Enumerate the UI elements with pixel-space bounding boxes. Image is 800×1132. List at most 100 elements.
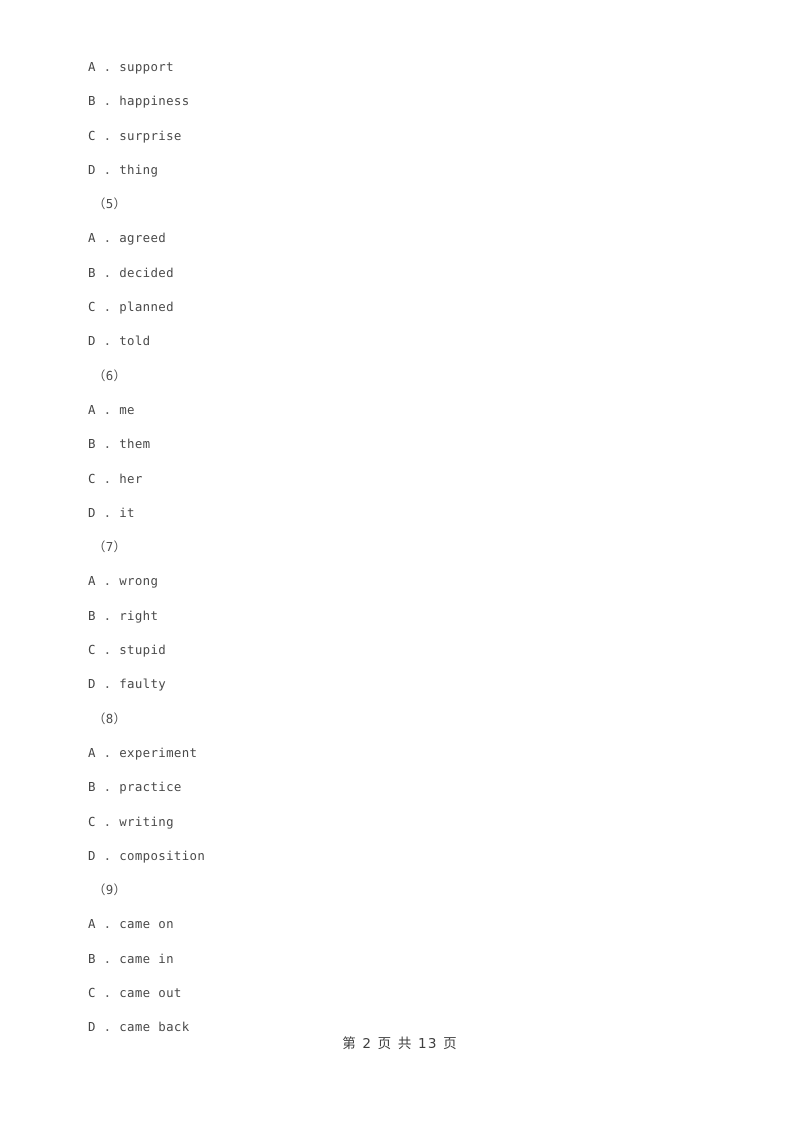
option-letter: B [88,607,96,623]
option-text: surprise [119,127,182,143]
option-text: agreed [119,230,167,246]
question-number: （8） [93,710,127,726]
option-separator: . [95,93,120,109]
option-row[interactable]: B . came in [88,942,748,976]
option-text: planned [119,299,174,315]
option-row[interactable]: B . decided [88,256,748,290]
option-text: faulty [119,676,167,692]
option-separator: . [95,401,120,417]
question-block: （6） A . me B . them C . her D . it [88,359,748,530]
option-row[interactable]: B . right [88,599,748,633]
option-text: decided [119,264,174,280]
option-text: came on [119,916,174,932]
question-block: （7） A . wrong B . right C . stupid D . f… [88,530,748,701]
option-text: thing [119,161,159,177]
option-row[interactable]: C . writing [88,805,748,839]
option-row[interactable]: B . them [88,427,748,461]
option-separator: . [95,127,120,143]
option-text: came in [119,950,174,966]
option-row[interactable]: A . me [88,393,748,427]
option-letter: C [88,813,96,829]
option-separator: . [95,59,120,74]
option-letter: C [88,299,96,315]
option-text: writing [119,813,174,829]
option-row[interactable]: B . happiness [88,84,748,118]
option-row[interactable]: B . practice [88,770,748,804]
option-text: told [119,333,151,349]
option-text: happiness [119,93,190,109]
option-text: support [119,59,174,74]
option-separator: . [95,847,120,863]
option-letter: C [88,642,96,658]
option-separator: . [95,470,120,486]
option-row[interactable]: D . faulty [88,667,748,701]
question-number: （9） [93,882,127,898]
option-separator: . [95,744,120,760]
option-separator: . [95,230,120,246]
option-letter: A [88,59,96,74]
option-row[interactable]: D . told [88,324,748,358]
option-text: experiment [119,744,198,760]
option-separator: . [95,642,120,658]
option-letter: D [88,161,96,177]
option-row[interactable]: C . her [88,462,748,496]
option-separator: . [95,813,120,829]
option-separator: . [95,676,120,692]
option-text: it [119,504,135,520]
question-block: （5） A . agreed B . decided C . planned D… [88,187,748,358]
option-row[interactable]: A . agreed [88,221,748,255]
option-letter: D [88,333,96,349]
option-letter: A [88,916,96,932]
option-separator: . [95,573,120,589]
option-row[interactable]: C . planned [88,290,748,324]
option-separator: . [95,916,120,932]
question-block: A . support B . happiness C . surprise D… [88,50,748,187]
document-page: A . support B . happiness C . surprise D… [0,0,800,1132]
option-separator: . [95,161,120,177]
option-row[interactable]: D . composition [88,839,748,873]
option-letter: B [88,436,96,452]
option-text: them [119,436,151,452]
option-letter: B [88,950,96,966]
option-row[interactable]: D . it [88,496,748,530]
option-separator: . [95,607,120,623]
option-separator: . [95,985,120,1001]
option-letter: A [88,401,96,417]
option-separator: . [95,264,120,280]
option-row[interactable]: D . thing [88,153,748,187]
option-row[interactable]: C . stupid [88,633,748,667]
option-separator: . [95,436,120,452]
option-separator: . [95,504,120,520]
question-number: （7） [93,539,127,555]
page-footer: 第 2 页 共 13 页 [342,1036,458,1052]
option-letter: D [88,504,96,520]
question-number: （6） [93,367,127,383]
option-separator: . [95,333,120,349]
option-row[interactable]: A . support [88,50,748,84]
option-letter: A [88,230,96,246]
option-text: stupid [119,642,167,658]
option-row[interactable]: A . experiment [88,736,748,770]
option-letter: C [88,985,96,1001]
question-number: （5） [93,196,127,212]
option-row[interactable]: A . came on [88,907,748,941]
option-row[interactable]: C . came out [88,976,748,1010]
option-separator: . [95,299,120,315]
option-letter: C [88,470,96,486]
option-separator: . [95,779,120,795]
option-row[interactable]: A . wrong [88,564,748,598]
option-text: practice [119,779,182,795]
question-block: （9） A . came on B . came in C . came out… [88,873,748,1044]
question-block: （8） A . experiment B . practice C . writ… [88,702,748,873]
option-row[interactable]: C . surprise [88,119,748,153]
question-list: A . support B . happiness C . surprise D… [88,50,748,1045]
option-letter: B [88,264,96,280]
option-letter: D [88,847,96,863]
option-letter: B [88,93,96,109]
option-text: her [119,470,143,486]
option-letter: C [88,127,96,143]
option-text: right [119,607,159,623]
option-text: me [119,401,135,417]
option-text: came out [119,985,182,1001]
option-letter: A [88,573,96,589]
